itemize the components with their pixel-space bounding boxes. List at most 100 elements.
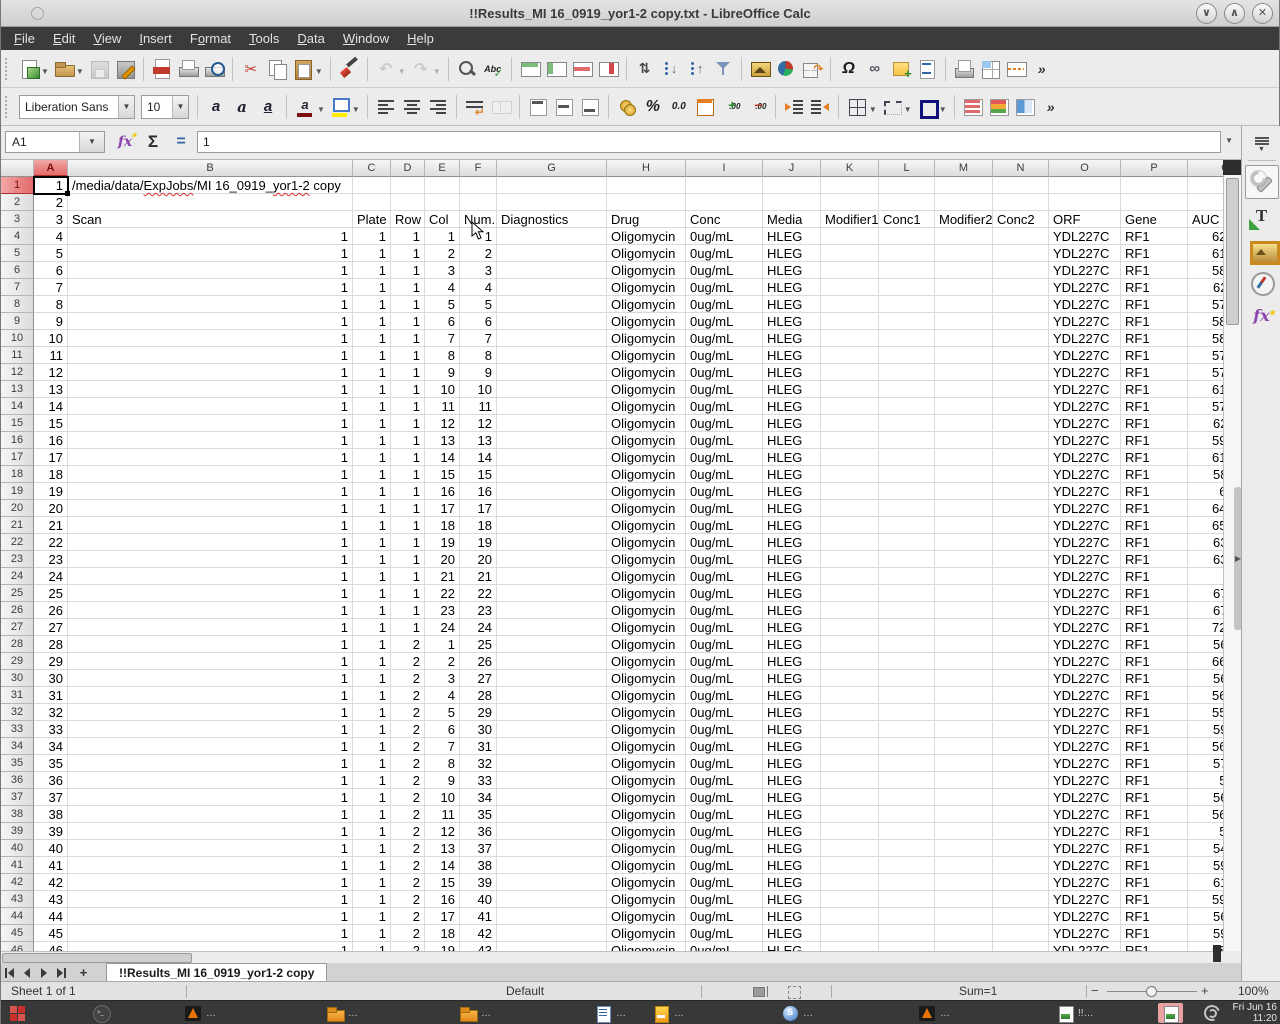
delete-column-button[interactable] <box>596 57 620 81</box>
cell-M11[interactable] <box>935 347 993 364</box>
cell-A34[interactable]: 34 <box>34 738 68 755</box>
col-header-J[interactable]: J <box>763 160 821 177</box>
cell-E3[interactable]: Col <box>425 211 460 228</box>
cell-F43[interactable]: 40 <box>460 891 497 908</box>
row-header-5[interactable]: 5 <box>1 245 34 262</box>
cell-F2[interactable] <box>460 194 497 211</box>
cell-B21[interactable]: 1 <box>68 517 353 534</box>
cell-I31[interactable]: 0ug/mL <box>686 687 763 704</box>
cell-L5[interactable] <box>879 245 935 262</box>
cell-J43[interactable]: HLEG <box>763 891 821 908</box>
cell-B10[interactable]: 1 <box>68 330 353 347</box>
cell-N11[interactable] <box>993 347 1049 364</box>
cell-L27[interactable] <box>879 619 935 636</box>
cell-B4[interactable]: 1 <box>68 228 353 245</box>
cell-F22[interactable]: 19 <box>460 534 497 551</box>
cell-A26[interactable]: 26 <box>34 602 68 619</box>
cell-G42[interactable] <box>497 874 607 891</box>
cell-D21[interactable]: 1 <box>391 517 425 534</box>
cell-E33[interactable]: 6 <box>425 721 460 738</box>
cell-I2[interactable] <box>686 194 763 211</box>
cell-D7[interactable]: 1 <box>391 279 425 296</box>
cell-Q25[interactable]: 670.311 <box>1188 585 1223 602</box>
cell-P12[interactable]: RF1 <box>1121 364 1188 381</box>
cell-I25[interactable]: 0ug/mL <box>686 585 763 602</box>
cell-H26[interactable]: Oligomycin <box>607 602 686 619</box>
formula-button[interactable]: = <box>169 130 193 154</box>
row-header-41[interactable]: 41 <box>1 857 34 874</box>
cell-L9[interactable] <box>879 313 935 330</box>
row-header-43[interactable]: 43 <box>1 891 34 908</box>
cell-D24[interactable]: 1 <box>391 568 425 585</box>
cell-J19[interactable]: HLEG <box>763 483 821 500</box>
cell-F13[interactable]: 10 <box>460 381 497 398</box>
cell-A16[interactable]: 16 <box>34 432 68 449</box>
taskbar-item-app-sphere[interactable]: … <box>778 1003 817 1023</box>
cell-Q31[interactable]: 565.301 <box>1188 687 1223 704</box>
cell-K25[interactable] <box>821 585 879 602</box>
maximize-button[interactable]: ∧ <box>1224 3 1245 24</box>
cell-F11[interactable]: 8 <box>460 347 497 364</box>
cell-Q39[interactable]: 55.210 <box>1188 823 1223 840</box>
redo-button[interactable]: ↷▼ <box>409 57 442 81</box>
cell-I16[interactable]: 0ug/mL <box>686 432 763 449</box>
format-currency-button[interactable] <box>615 95 639 119</box>
cell-O28[interactable]: YDL227C <box>1049 636 1121 653</box>
menu-window[interactable]: Window <box>334 28 398 49</box>
cell-C31[interactable]: 1 <box>353 687 391 704</box>
print-preview-button[interactable] <box>202 57 226 81</box>
row-header-16[interactable]: 16 <box>1 432 34 449</box>
cell-J34[interactable]: HLEG <box>763 738 821 755</box>
cell-C17[interactable]: 1 <box>353 449 391 466</box>
cell-I4[interactable]: 0ug/mL <box>686 228 763 245</box>
cell-M2[interactable] <box>935 194 993 211</box>
cell-N10[interactable] <box>993 330 1049 347</box>
cell-I11[interactable]: 0ug/mL <box>686 347 763 364</box>
cell-F45[interactable]: 42 <box>460 925 497 942</box>
cell-E19[interactable]: 16 <box>425 483 460 500</box>
cell-G9[interactable] <box>497 313 607 330</box>
cell-G38[interactable] <box>497 806 607 823</box>
hyperlink-button[interactable]: ∞ <box>863 57 887 81</box>
cell-G31[interactable] <box>497 687 607 704</box>
cell-K16[interactable] <box>821 432 879 449</box>
taskbar-item-terminal[interactable] <box>89 1003 114 1023</box>
cell-L12[interactable] <box>879 364 935 381</box>
cell-J6[interactable]: HLEG <box>763 262 821 279</box>
cell-C14[interactable]: 1 <box>353 398 391 415</box>
cell-L40[interactable] <box>879 840 935 857</box>
row-header-8[interactable]: 8 <box>1 296 34 313</box>
cell-O11[interactable]: YDL227C <box>1049 347 1121 364</box>
cell-H18[interactable]: Oligomycin <box>607 466 686 483</box>
cell-J35[interactable]: HLEG <box>763 755 821 772</box>
cell-L14[interactable] <box>879 398 935 415</box>
chevron-down-icon[interactable]: ▼ <box>939 105 947 114</box>
cell-A6[interactable]: 6 <box>34 262 68 279</box>
cell-J3[interactable]: Media <box>763 211 821 228</box>
cell-J29[interactable]: HLEG <box>763 653 821 670</box>
cell-J27[interactable]: HLEG <box>763 619 821 636</box>
chevron-down-icon[interactable]: ▼ <box>398 67 406 76</box>
cell-A46[interactable]: 46 <box>34 942 68 951</box>
format-percent-button[interactable]: % <box>641 95 665 119</box>
cell-B16[interactable]: 1 <box>68 432 353 449</box>
cell-H14[interactable]: Oligomycin <box>607 398 686 415</box>
last-sheet-button[interactable] <box>52 965 69 981</box>
cell-D6[interactable]: 1 <box>391 262 425 279</box>
menu-data[interactable]: Data <box>288 28 333 49</box>
cell-N17[interactable] <box>993 449 1049 466</box>
cell-E27[interactable]: 24 <box>425 619 460 636</box>
sum-status-label[interactable]: Sum=1 <box>959 984 997 998</box>
cell-B11[interactable]: 1 <box>68 347 353 364</box>
insert-image-button[interactable] <box>748 57 772 81</box>
cell-F29[interactable]: 26 <box>460 653 497 670</box>
cell-G34[interactable] <box>497 738 607 755</box>
cell-J45[interactable]: HLEG <box>763 925 821 942</box>
cell-I27[interactable]: 0ug/mL <box>686 619 763 636</box>
cell-B45[interactable]: 1 <box>68 925 353 942</box>
cell-H36[interactable]: Oligomycin <box>607 772 686 789</box>
page-style-label[interactable]: Default <box>506 984 544 998</box>
cell-D23[interactable]: 1 <box>391 551 425 568</box>
cell-O12[interactable]: YDL227C <box>1049 364 1121 381</box>
cell-A2[interactable]: 2 <box>34 194 68 211</box>
